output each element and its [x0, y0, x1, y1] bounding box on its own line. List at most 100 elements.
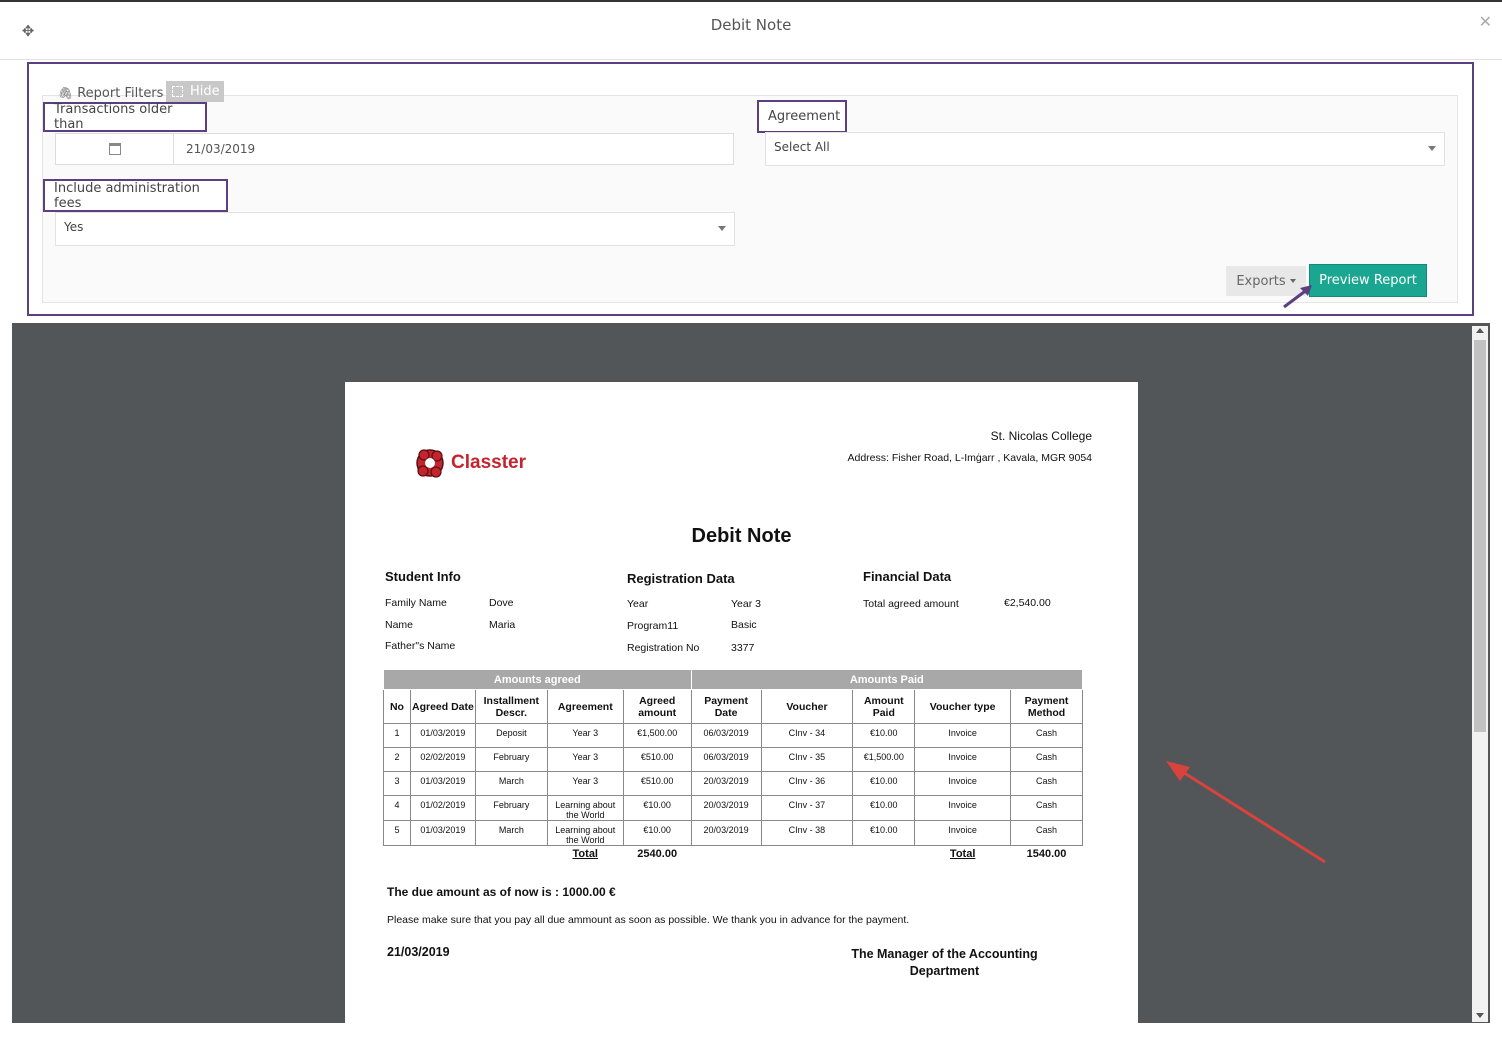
registration-label: Year [627, 598, 649, 610]
column-header: Agreed Date [409, 689, 476, 724]
annotation-arrow-purple [1283, 285, 1312, 309]
transactions-date-input[interactable]: 21/03/2019 [55, 133, 734, 165]
report-filters-label: Report Filters [77, 85, 164, 101]
table-cell: CInv - 38 [760, 820, 854, 846]
preview-report-button[interactable]: Preview Report [1309, 264, 1427, 297]
student-info-title: Student Info [385, 569, 461, 584]
table-cell: Invoice [914, 747, 1012, 772]
table-cell: €10.00 [622, 795, 692, 821]
due-amount-text: The due amount as of now is : 1000.00 € [387, 885, 616, 899]
table-cell: CInv - 35 [760, 747, 854, 772]
table-cell: Invoice [914, 723, 1012, 748]
modal-title: Debit Note [710, 16, 792, 34]
calendar-icon [108, 143, 121, 155]
table-cell: €1,500.00 [622, 723, 692, 748]
column-header: Amount Paid [852, 689, 916, 724]
report-filters-tab[interactable]: 🖇 Report Filters [58, 82, 163, 104]
registration-label: Registration No [627, 642, 700, 654]
student-info-value: Maria [489, 619, 516, 631]
table-cell: Cash [1010, 723, 1083, 748]
student-info-label: Father"s Name [385, 640, 456, 652]
table-cell: 4 [383, 795, 411, 821]
scrollbar-thumb[interactable] [1474, 340, 1486, 732]
column-header: Installment Descr. [474, 689, 548, 724]
table-cell: 20/03/2019 [690, 820, 762, 846]
table-cell: 01/02/2019 [409, 795, 476, 821]
admin-fees-value: Yes [64, 220, 84, 234]
table-row: 1 01/03/2019 Deposit Year 3 €1,500.00 06… [383, 723, 1083, 748]
table-cell: Deposit [474, 723, 548, 748]
transactions-older-than-label: Transactions older than [43, 102, 207, 132]
table-cell: €10.00 [852, 820, 916, 846]
classter-logo-icon [416, 449, 444, 478]
table-cell: 06/03/2019 [690, 747, 762, 772]
close-icon[interactable]: ✕ [1479, 12, 1492, 31]
table-cell: €10.00 [852, 771, 916, 796]
school-address: Address: Fisher Road, L-Imġarr , Kavala,… [847, 452, 1092, 464]
table-cell: March [474, 820, 548, 846]
table-cell: €1,500.00 [852, 747, 916, 772]
amounts-paid-header: Amounts Paid [690, 669, 1084, 690]
total-label: Total [949, 848, 976, 860]
table-cell: CInv - 34 [760, 723, 854, 748]
table-cell: 3 [383, 771, 411, 796]
total-label: Total [572, 848, 598, 860]
column-header: Agreed amount [622, 689, 692, 724]
classter-logo: Classter [415, 446, 526, 480]
admin-fees-select[interactable]: Yes [55, 212, 735, 246]
agreement-select[interactable]: Select All [765, 132, 1445, 166]
table-cell: Invoice [914, 771, 1012, 796]
chevron-down-icon [718, 226, 726, 231]
hide-filters-button[interactable]: Hide [166, 81, 224, 102]
column-header: Agreement [546, 689, 624, 724]
table-cell: 5 [383, 820, 411, 846]
scroll-down-icon[interactable] [1476, 1013, 1484, 1018]
agreement-value: Select All [774, 140, 830, 154]
table-cell: 01/03/2019 [409, 771, 476, 796]
table-cell: Cash [1010, 820, 1083, 846]
table-cell: March [474, 771, 548, 796]
table-cell: 20/03/2019 [690, 771, 762, 796]
table-cell: 01/03/2019 [409, 820, 476, 846]
table-cell: 20/03/2019 [690, 795, 762, 821]
student-info-value: Dove [489, 597, 514, 609]
calendar-button[interactable] [56, 134, 174, 164]
table-cell: Cash [1010, 771, 1083, 796]
table-row: 4 01/02/2019 February Learning about the… [383, 795, 1083, 821]
table-cell: February [474, 747, 548, 772]
registration-data-title: Registration Data [627, 571, 735, 586]
table-cell: €510.00 [622, 771, 692, 796]
hide-label: Hide [190, 84, 220, 99]
total-paid: 1540.00 [1026, 848, 1067, 860]
financial-label: Total agreed amount [863, 598, 959, 610]
totals-row: Total 2540.00 Total 1540.00 [384, 846, 1083, 866]
table-cell: 01/03/2019 [409, 723, 476, 748]
table-cell: Year 3 [546, 723, 624, 748]
table-cell: CInv - 36 [760, 771, 854, 796]
registration-value: Basic [731, 619, 757, 631]
table-cell: Year 3 [546, 747, 624, 772]
financial-data-title: Financial Data [863, 569, 952, 584]
manager-signature: The Manager of the Accounting Department [851, 947, 1038, 978]
amounts-agreed-header: Amounts agreed [383, 669, 692, 690]
transactions-date-value: 21/03/2019 [186, 142, 256, 156]
registration-value: 3377 [731, 642, 755, 654]
table-cell: €10.00 [622, 820, 692, 846]
student-info-label: Family Name [385, 597, 447, 609]
table-row: 2 02/02/2019 February Year 3 €510.00 06/… [383, 747, 1083, 772]
debit-note-modal: ✥ Debit Note ✕ 🖇 Report Filters Hide Tra… [0, 0, 1502, 1053]
modal-header: ✥ Debit Note ✕ [0, 2, 1502, 60]
paperclip-icon: 🖇 [58, 86, 74, 100]
total-agreed: 2540.00 [637, 848, 678, 860]
column-header: Voucher type [914, 689, 1012, 724]
report-page: St. Nicolas College Address: Fisher Road… [345, 382, 1138, 1027]
table-cell: Invoice [914, 795, 1012, 821]
report-date: 21/03/2019 [387, 945, 450, 959]
viewer-scrollbar[interactable] [1472, 326, 1488, 1022]
column-header: Voucher [760, 689, 854, 724]
table-cell: 1 [383, 723, 411, 748]
financial-value: €2,540.00 [1004, 597, 1051, 609]
agreement-label: Agreement [757, 100, 847, 133]
scroll-up-icon[interactable] [1476, 328, 1484, 333]
table-cell: €10.00 [852, 795, 916, 821]
